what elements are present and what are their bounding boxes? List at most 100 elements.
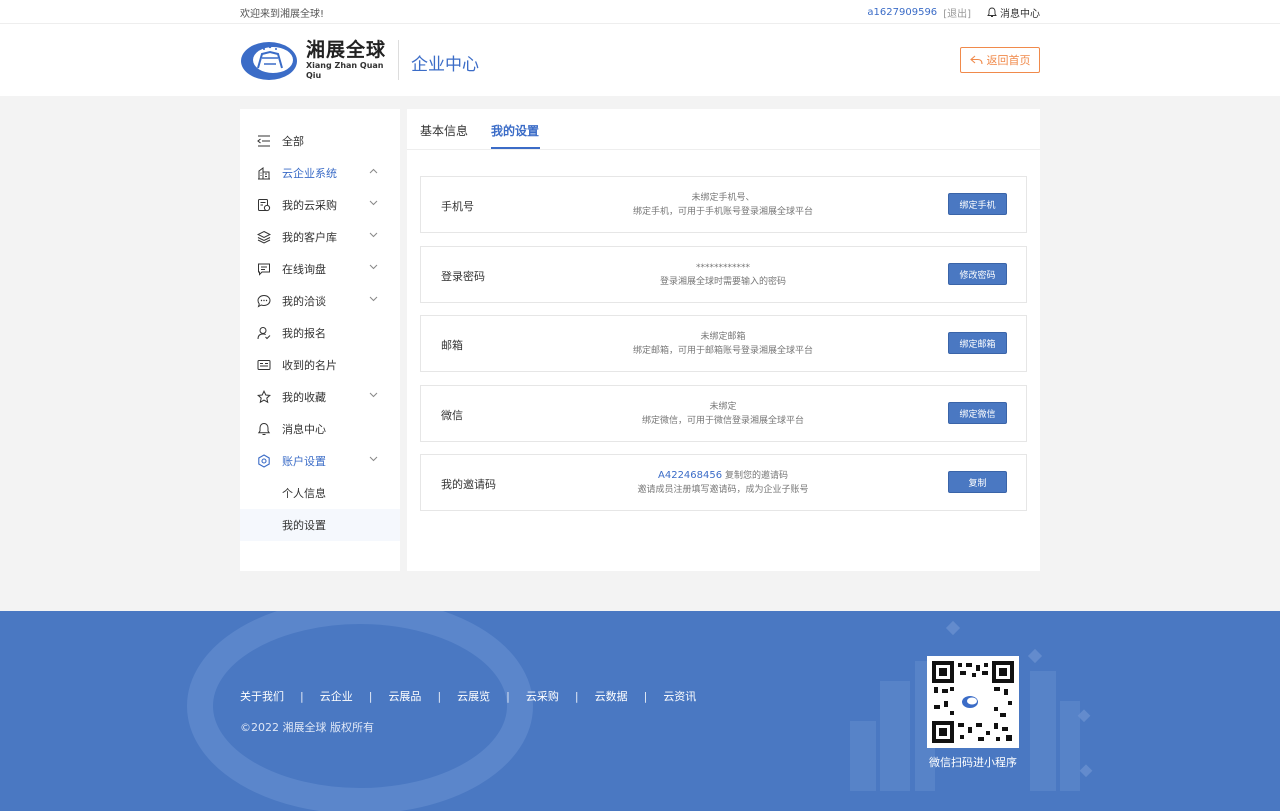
card-icon — [257, 358, 271, 372]
sidebar: 全部 云企业系统 我的云采购 我的客户库 在线询盘 我的洽谈 我的报名 收到的名… — [240, 109, 400, 571]
chevron-down-icon — [369, 456, 378, 462]
sidebar-item-label: 我的云采购 — [282, 199, 337, 212]
sidebar-item-label: 我的客户库 — [282, 231, 337, 244]
setting-label: 手机号 — [441, 200, 474, 213]
footer-link-separator: | — [300, 689, 304, 703]
footer-links: 关于我们 | 云企业 | 云展品 | 云展览 | 云采购 | 云数据 | 云资讯 — [240, 688, 696, 704]
tab-active-indicator — [491, 147, 540, 149]
logout-link[interactable]: [退出] — [943, 5, 971, 20]
bind-wechat-button[interactable]: 绑定微信 — [948, 402, 1007, 424]
building-icon — [257, 166, 271, 180]
setting-hint: 绑定邮箱，可用于邮箱账号登录湘展全球平台 — [632, 346, 813, 356]
sidebar-item-registrations[interactable]: 我的报名 — [240, 317, 400, 349]
footer: 关于我们 | 云企业 | 云展品 | 云展览 | 云采购 | 云数据 | 云资讯… — [0, 611, 1280, 811]
sidebar-item-account-settings[interactable]: 账户设置 — [240, 445, 400, 477]
chevron-down-icon — [369, 264, 378, 270]
sidebar-item-negotiation[interactable]: 我的洽谈 — [240, 285, 400, 317]
sidebar-subitem-my-settings[interactable]: 我的设置 — [240, 509, 400, 541]
sidebar-item-messages[interactable]: 消息中心 — [240, 413, 400, 445]
inquiry-icon — [257, 262, 271, 276]
footer-link-cloud-purchase[interactable]: 云采购 — [526, 688, 559, 704]
setting-row-invite-code: 我的邀请码 A422468456 复制您的邀请码 邀请成员注册填写邀请码，成为企… — [420, 454, 1027, 511]
back-home-label: 返回首页 — [986, 54, 1031, 67]
sidebar-item-cards[interactable]: 收到的名片 — [240, 349, 400, 381]
back-arrow-icon — [969, 55, 983, 65]
setting-row-email: 邮箱 未绑定邮箱 绑定邮箱，可用于邮箱账号登录湘展全球平台 绑定邮箱 — [420, 315, 1027, 372]
sidebar-item-all[interactable]: 全部 — [240, 125, 400, 157]
chevron-down-icon — [369, 296, 378, 302]
layers-icon — [257, 230, 271, 244]
chevron-down-icon — [369, 200, 378, 206]
footer-link-separator: | — [368, 689, 373, 703]
tab-basic-info[interactable]: 基本信息 — [420, 122, 468, 139]
invite-code: A422468456 — [658, 470, 723, 481]
setting-status: ************ — [696, 263, 750, 273]
chevron-up-icon — [369, 168, 378, 174]
setting-row-password: 登录密码 ************ 登录湘展全球时需要输入的密码 修改密码 — [420, 246, 1027, 303]
header-divider — [398, 40, 399, 80]
copy-invite-code-button[interactable]: 复制 — [948, 471, 1007, 493]
sidebar-item-label: 在线询盘 — [282, 263, 326, 276]
logo-subtitle: Xiang Zhan Quan Qiu — [306, 61, 384, 80]
logo[interactable]: 湘展全球 Xiang Zhan Quan Qiu — [240, 38, 400, 82]
tab-my-settings[interactable]: 我的设置 — [491, 122, 539, 139]
sidebar-item-label: 我的洽谈 — [282, 295, 326, 308]
logo-mark-icon — [240, 38, 298, 82]
user-register-icon — [257, 326, 271, 340]
footer-link-cloud-news[interactable]: 云资讯 — [663, 688, 696, 704]
main-panel: 基本信息 我的设置 手机号 未绑定手机号、 绑定手机，可用于手机账号登录湘展全球… — [407, 109, 1040, 571]
setting-label: 邮箱 — [441, 339, 463, 352]
messages-label: 消息中心 — [1000, 9, 1040, 20]
setting-status: 未绑定手机号、 — [691, 193, 755, 203]
page-title: 企业中心 — [411, 55, 479, 75]
tab-bar: 基本信息 我的设置 — [407, 109, 1040, 150]
sidebar-item-cloud-enterprise[interactable]: 云企业系统 — [240, 157, 400, 189]
setting-label: 微信 — [441, 409, 463, 422]
qr-code-icon — [927, 656, 1019, 748]
header: 湘展全球 Xiang Zhan Quan Qiu 企业中心 返回首页 — [0, 24, 1280, 96]
back-home-button[interactable]: 返回首页 — [960, 47, 1040, 73]
setting-hint: 绑定微信，可用于微信登录湘展全球平台 — [641, 416, 804, 426]
sidebar-item-customers[interactable]: 我的客户库 — [240, 221, 400, 253]
setting-hint: 绑定手机，可用于手机账号登录湘展全球平台 — [632, 207, 813, 217]
welcome-text: 欢迎来到湘展全球! — [240, 9, 325, 20]
purchase-icon — [257, 198, 271, 212]
bind-email-button[interactable]: 绑定邮箱 — [948, 332, 1007, 354]
footer-link-cloud-exhibition[interactable]: 云展览 — [457, 688, 490, 704]
setting-label: 我的邀请码 — [441, 478, 496, 491]
footer-link-cloud-data[interactable]: 云数据 — [595, 688, 628, 704]
star-icon — [257, 390, 271, 404]
setting-row-wechat: 微信 未绑定 绑定微信，可用于微信登录湘展全球平台 绑定微信 — [420, 385, 1027, 442]
bell-icon — [987, 7, 997, 17]
footer-link-separator: | — [437, 689, 442, 703]
setting-hint: 登录湘展全球时需要输入的密码 — [659, 277, 786, 287]
settings-icon — [257, 454, 271, 468]
setting-status: 未绑定 — [709, 402, 737, 412]
username-link[interactable]: a1627909596 — [867, 7, 937, 18]
bind-phone-button[interactable]: 绑定手机 — [948, 193, 1007, 215]
qr-caption: 微信扫码进小程序 — [929, 756, 1017, 769]
copyright: ©2022 湘展全球 版权所有 — [240, 721, 374, 734]
sidebar-item-cloud-purchase[interactable]: 我的云采购 — [240, 189, 400, 221]
sidebar-subitem-personal-info[interactable]: 个人信息 — [240, 477, 400, 509]
sidebar-item-label: 云企业系统 — [282, 167, 337, 180]
sidebar-item-favorites[interactable]: 我的收藏 — [240, 381, 400, 413]
setting-description: A422468456 复制您的邀请码 邀请成员注册填写邀请码，成为企业子账号 — [571, 469, 875, 497]
footer-link-cloud-products[interactable]: 云展品 — [388, 688, 421, 704]
top-bar-right: a1627909596 [退出] 消息中心 — [867, 5, 1040, 20]
messages-link[interactable]: 消息中心 — [987, 5, 1040, 20]
setting-row-phone: 手机号 未绑定手机号、 绑定手机，可用于手机账号登录湘展全球平台 绑定手机 — [420, 176, 1027, 233]
sidebar-item-inquiry[interactable]: 在线询盘 — [240, 253, 400, 285]
sidebar-item-label: 全部 — [282, 135, 304, 148]
top-bar: 欢迎来到湘展全球! a1627909596 [退出] 消息中心 — [0, 0, 1280, 24]
footer-link-cloud-enterprise[interactable]: 云企业 — [320, 688, 353, 704]
sidebar-item-label: 消息中心 — [282, 423, 326, 436]
footer-link-separator: | — [643, 689, 648, 703]
setting-status: 未绑定邮箱 — [700, 332, 746, 342]
setting-status: 复制您的邀请码 — [724, 471, 788, 481]
chevron-down-icon — [369, 232, 378, 238]
sidebar-item-label: 我的报名 — [282, 327, 326, 340]
chat-icon — [257, 294, 271, 308]
footer-link-about[interactable]: 关于我们 — [240, 688, 284, 704]
change-password-button[interactable]: 修改密码 — [948, 263, 1007, 285]
